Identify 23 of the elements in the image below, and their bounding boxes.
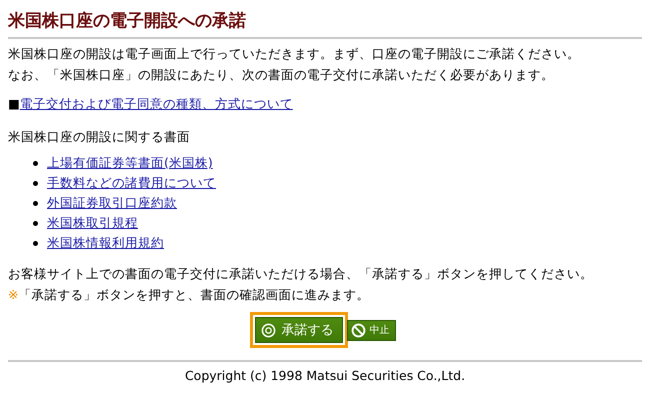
info-link[interactable]: 電子交付および電子同意の種類、方式について xyxy=(20,93,293,114)
document-link[interactable]: 手数料などの諸費用について xyxy=(47,173,216,193)
bullet-icon xyxy=(33,180,38,186)
document-link[interactable]: 外国証券取引口座約款 xyxy=(47,193,177,213)
copyright-text: Copyright (c) 1998 Matsui Securities Co.,Ltd. xyxy=(184,368,466,383)
note-text: 「承諾する」ボタンを押すと、書面の確認画面に進みます。 xyxy=(18,286,370,304)
instruction-text: お客様サイト上での書面の電子交付に承諾いただける場合、「承諾する」ボタンを押してください。 xyxy=(8,265,594,283)
bullet-icon xyxy=(33,220,38,226)
page-title: 米国株口座の電子開設への承諾 xyxy=(8,10,247,33)
note-mark: ※ xyxy=(8,286,18,304)
intro-text: なお、「米国株口座」の開設にあたり、次の書面の電子交付に承諾いただく必要があります。 xyxy=(8,66,555,84)
document-link[interactable]: 上場有価証券等書面(米国株) xyxy=(47,153,213,173)
prohibited-icon xyxy=(350,322,366,338)
intro-text: 米国株口座の開設は電子画面上で行っていただきます。まず、口座の電子開設にご承諾ください。 xyxy=(8,45,581,63)
document-link[interactable]: 米国株情報利用規約 xyxy=(47,233,164,253)
section-heading: 米国株口座の開設に関する書面 xyxy=(8,128,191,146)
bullet-icon xyxy=(33,200,38,206)
square-marker: ■ xyxy=(8,95,20,113)
cancel-button[interactable]: 中止 xyxy=(346,320,396,340)
bullet-icon xyxy=(33,240,38,246)
circle-icon xyxy=(260,322,276,338)
document-link[interactable]: 米国株取引規程 xyxy=(47,213,138,233)
bullet-icon xyxy=(33,160,38,166)
